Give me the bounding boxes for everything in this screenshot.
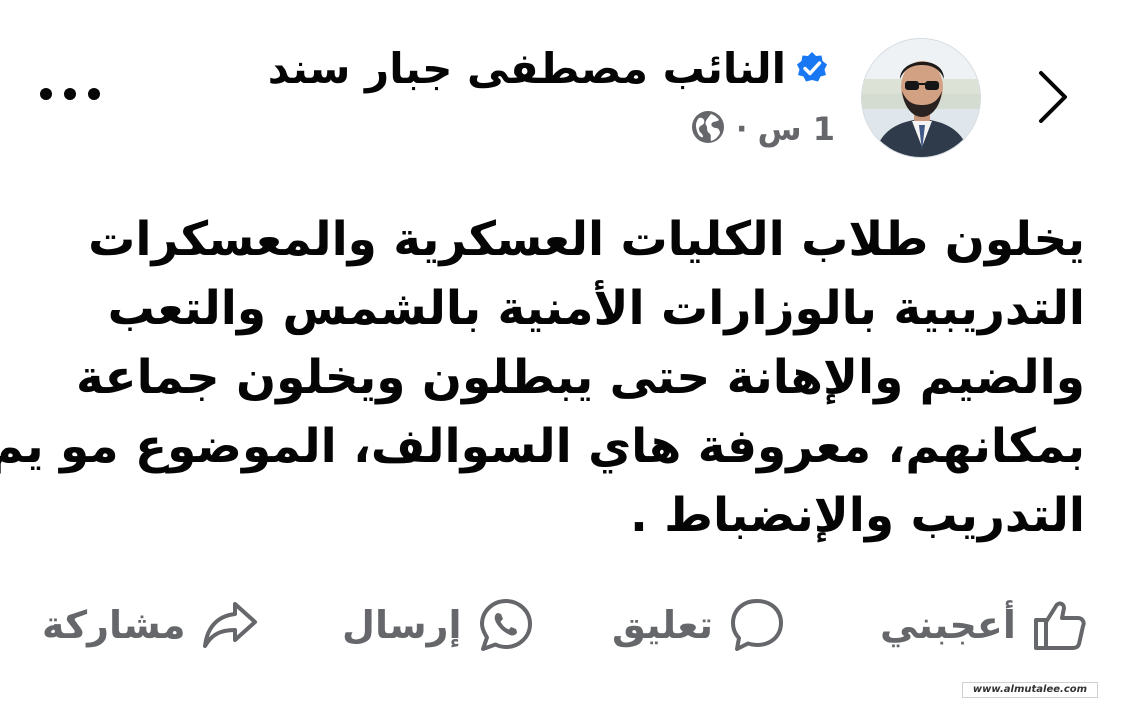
comment-button[interactable]: تعليق [612, 580, 787, 670]
post-action-bar: أعجبني تعليق إرسال مشاركة [30, 580, 1100, 670]
post-text: يخلون طلاب الكليات العسكرية والمعسكرات ا… [0, 205, 1085, 550]
author-avatar[interactable] [861, 38, 981, 158]
chevron-right-icon [1039, 71, 1067, 123]
author-name[interactable]: النائب مصطفى جبار سند [268, 44, 786, 93]
send-button[interactable]: إرسال [342, 580, 536, 670]
share-arrow-icon [199, 596, 261, 654]
back-button[interactable] [1022, 62, 1082, 132]
more-options-icon [40, 88, 100, 100]
whatsapp-icon [476, 595, 536, 655]
verified-badge-icon [794, 50, 830, 86]
globe-icon [690, 109, 726, 149]
post-line: التدريب والإنضباط . [629, 488, 1085, 543]
profile-photo [862, 39, 980, 157]
post-time[interactable]: 1 س [757, 110, 835, 148]
post-line: التدريبية بالوزارات الأمنية بالشمس والتع… [107, 281, 1085, 336]
like-label: أعجبني [880, 603, 1016, 647]
post-line: يخلون طلاب الكليات العسكرية والمعسكرات [88, 212, 1085, 267]
share-label: مشاركة [42, 603, 186, 647]
more-options-button[interactable] [30, 72, 110, 116]
site-watermark: www.almutalee.com [962, 682, 1098, 698]
post-line: بمكانهم، معروفة هاي السوالف، الموضوع مو … [0, 419, 1085, 474]
share-button[interactable]: مشاركة [42, 580, 261, 670]
comment-label: تعليق [612, 603, 713, 647]
thumbs-up-icon [1030, 596, 1088, 654]
like-button[interactable]: أعجبني [880, 580, 1088, 670]
comment-bubble-icon [727, 595, 787, 655]
post-line: والضيم والإهانة حتى يبطلون ويخلون جماعة [76, 350, 1085, 405]
send-label: إرسال [342, 603, 462, 647]
author-header: النائب مصطفى جبار سند [268, 38, 830, 98]
post-meta: 1 س · [690, 106, 835, 152]
meta-separator: · [736, 111, 748, 147]
